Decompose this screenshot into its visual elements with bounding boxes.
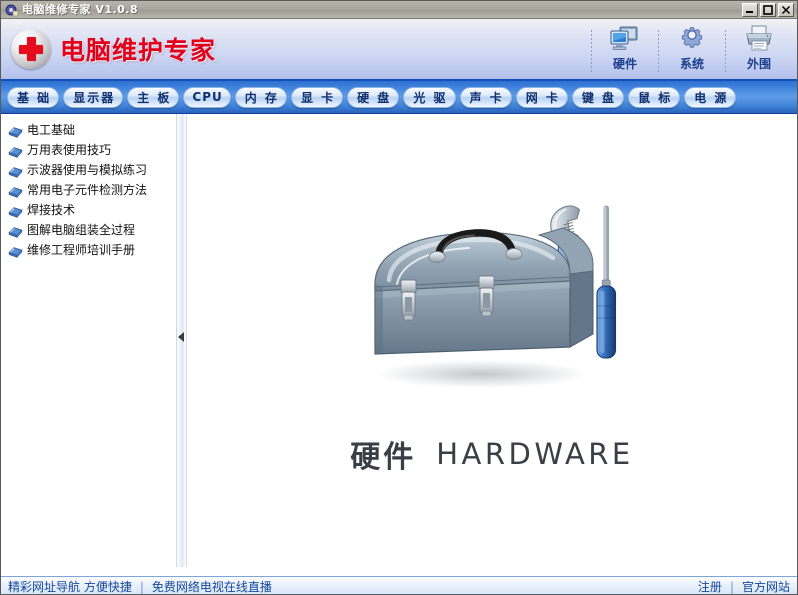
tab-cpu[interactable]: CPU	[183, 86, 231, 108]
window-title: 电脑维修专家 V1.0.8	[22, 2, 139, 16]
tab-yingpan[interactable]: 硬 盘	[347, 86, 400, 108]
tab-zhuban[interactable]: 主 板	[127, 86, 180, 108]
category-tab-bar: 基 础 显示器 主 板 CPU 内 存 显 卡 硬 盘 光 驱 声 卡 网 卡 …	[1, 81, 797, 114]
title-bar[interactable]: 电脑维修专家 V1.0.8	[1, 1, 797, 19]
caption-chinese: 硬件	[350, 440, 417, 475]
app-header: 电脑维护专家 硬件 系统 外围	[1, 19, 797, 81]
tab-shengka[interactable]: 声 卡	[459, 86, 512, 108]
status-bar: 精彩网址导航 方便快捷 | 免费网络电视在线直播 注册 | 官方网站	[1, 576, 797, 594]
application-window: 电脑维修专家 V1.0.8 电脑维护专家 硬件 系统 外围 基 础 显示器 主 …	[0, 0, 798, 595]
sidebar-item-label: 焊接技术	[27, 203, 76, 217]
status-separator: |	[729, 579, 734, 594]
header-tool-label: 硬件	[612, 57, 637, 71]
header-tool-group: 硬件 系统 外围	[584, 19, 797, 79]
toolbox-wrench-screwdriver-icon	[357, 192, 627, 402]
sidebar-splitter[interactable]	[177, 114, 187, 567]
sidebar-item-shiboqi[interactable]: 示波器使用与模拟练习	[1, 160, 176, 180]
book-icon	[8, 144, 23, 158]
gear-icon	[676, 24, 708, 54]
minimize-button[interactable]	[742, 2, 758, 17]
status-link-register[interactable]: 注册	[698, 578, 722, 594]
sidebar-item-diangong-jichu[interactable]: 电工基础	[1, 120, 176, 140]
header-tool-hardware[interactable]: 硬件	[599, 24, 651, 72]
book-icon	[8, 224, 23, 238]
status-link-official-site[interactable]: 官方网站	[742, 578, 790, 594]
header-tool-system[interactable]: 系统	[666, 24, 718, 72]
monitor-icon	[609, 24, 641, 54]
tab-jichu[interactable]: 基 础	[7, 86, 60, 108]
sidebar-item-label: 图解电脑组装全过程	[27, 223, 136, 237]
sidebar-item-label: 常用电子元件检测方法	[27, 183, 148, 197]
main-body: 电工基础 万用表使用技巧 示波器使用与模拟练习 常用电子元件检测方法 焊接技术 …	[1, 114, 797, 567]
tab-neicun[interactable]: 内 存	[234, 86, 287, 108]
brand-area: 电脑维护专家	[1, 29, 216, 69]
tab-xianshiqi[interactable]: 显示器	[63, 86, 124, 108]
printer-icon	[743, 24, 775, 54]
sidebar-item-label: 电工基础	[27, 123, 76, 137]
book-icon	[8, 164, 23, 178]
book-icon	[8, 244, 23, 258]
tab-dianyuan[interactable]: 电 源	[684, 86, 737, 108]
sidebar-item-wanyongbiao[interactable]: 万用表使用技巧	[1, 140, 176, 160]
content-caption: 硬件 HARDWARE	[187, 432, 797, 476]
sidebar-item-label: 维修工程师培训手册	[27, 243, 136, 257]
caption-english: HARDWARE	[436, 437, 634, 471]
header-tool-label: 系统	[679, 57, 704, 71]
tab-shubiao[interactable]: 鼠 标	[628, 86, 681, 108]
sidebar-item-zuzhuang-guocheng[interactable]: 图解电脑组装全过程	[1, 220, 176, 240]
dotted-separator	[658, 29, 659, 74]
book-icon	[8, 184, 23, 198]
red-cross-icon	[11, 29, 51, 69]
status-link-navigation[interactable]: 精彩网址导航 方便快捷	[8, 578, 132, 594]
sidebar-item-label: 示波器使用与模拟练习	[27, 163, 148, 177]
dotted-separator	[591, 29, 592, 74]
status-link-tv[interactable]: 免费网络电视在线直播	[152, 578, 272, 594]
collapse-left-arrow-icon[interactable]	[178, 332, 184, 342]
header-tool-label: 外围	[746, 57, 771, 71]
book-icon	[8, 124, 23, 138]
window-controls	[742, 2, 795, 17]
sidebar-item-peixun-shouce[interactable]: 维修工程师培训手册	[1, 240, 176, 260]
status-gap	[1, 567, 797, 576]
close-button[interactable]	[778, 2, 794, 17]
brand-title: 电脑维护专家	[60, 36, 217, 65]
sidebar-item-hanjie-jishu[interactable]: 焊接技术	[1, 200, 176, 220]
tab-wangka[interactable]: 网 卡	[515, 86, 568, 108]
maximize-button[interactable]	[760, 2, 776, 17]
app-icon	[5, 3, 19, 17]
tab-guangqu[interactable]: 光 驱	[403, 86, 456, 108]
status-separator: |	[139, 579, 144, 594]
header-tool-peripheral[interactable]: 外围	[733, 24, 785, 72]
sidebar-item-label: 万用表使用技巧	[27, 143, 112, 157]
sidebar-item-yuanjian-jiance[interactable]: 常用电子元件检测方法	[1, 180, 176, 200]
tab-jianpan[interactable]: 键 盘	[571, 86, 625, 108]
book-icon	[8, 204, 23, 218]
topic-sidebar: 电工基础 万用表使用技巧 示波器使用与模拟练习 常用电子元件检测方法 焊接技术 …	[1, 114, 177, 567]
dotted-separator	[725, 29, 726, 74]
content-panel: 硬件 HARDWARE	[187, 114, 797, 567]
tab-xianka[interactable]: 显 卡	[290, 86, 344, 108]
